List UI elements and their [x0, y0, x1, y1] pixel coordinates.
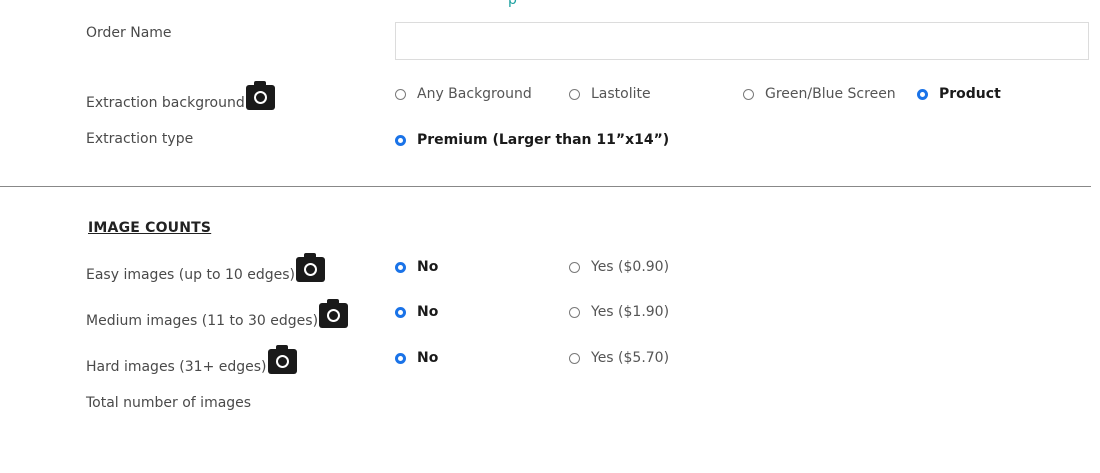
- option-label: Lastolite: [591, 86, 651, 102]
- camera-icon[interactable]: [319, 299, 349, 328]
- option-label: Yes ($5.70): [591, 350, 670, 366]
- option-label: Product: [939, 86, 1001, 102]
- hard-images-row-label: Hard images (31+ edges): [86, 345, 297, 375]
- extraction-background-option-lastolite[interactable]: Lastolite: [569, 86, 651, 102]
- option-label: No: [417, 304, 439, 320]
- extraction-background-row-label: Extraction background: [86, 81, 275, 111]
- camera-icon[interactable]: [296, 253, 326, 282]
- option-label: Any Background: [417, 86, 532, 102]
- radio-premium[interactable]: [395, 134, 406, 146]
- option-label: No: [417, 350, 439, 366]
- medium-images-row-label: Medium images (11 to 30 edges): [86, 299, 349, 329]
- option-label: Yes ($1.90): [591, 304, 670, 320]
- extraction-background-option-product[interactable]: Product: [917, 86, 1001, 102]
- order-name-input[interactable]: [395, 22, 1089, 60]
- partial-link-text: p: [508, 0, 517, 8]
- total-images-label: Total number of images: [86, 395, 252, 411]
- radio-medium-no[interactable]: [395, 306, 406, 318]
- radio-medium-yes[interactable]: [569, 306, 580, 318]
- camera-icon[interactable]: [245, 81, 275, 110]
- easy-images-option-yes[interactable]: Yes ($0.90): [569, 259, 669, 275]
- radio-easy-yes[interactable]: [569, 261, 580, 273]
- easy-images-option-no[interactable]: No: [395, 259, 438, 275]
- easy-images-row-label: Easy images (up to 10 edges): [86, 253, 326, 283]
- radio-green-blue-screen[interactable]: [743, 88, 754, 100]
- radio-hard-no[interactable]: [395, 352, 406, 364]
- extraction-type-option-premium[interactable]: Premium (Larger than 11”x14”): [395, 132, 669, 148]
- extraction-background-option-green-blue-screen[interactable]: Green/Blue Screen: [743, 86, 896, 102]
- hard-images-label: Hard images (31+ edges): [86, 359, 267, 375]
- extraction-type-label: Extraction type: [86, 131, 194, 147]
- option-label: Premium (Larger than 11”x14”): [417, 132, 670, 148]
- radio-lastolite[interactable]: [569, 88, 580, 100]
- radio-hard-yes[interactable]: [569, 352, 580, 364]
- medium-images-label: Medium images (11 to 30 edges): [86, 313, 319, 329]
- option-label: Yes ($0.90): [591, 259, 670, 275]
- radio-easy-no[interactable]: [395, 261, 406, 273]
- order-form-page: p Order Name Extraction background Any B…: [0, 0, 1100, 473]
- medium-images-option-no[interactable]: No: [395, 304, 438, 320]
- hard-images-option-no[interactable]: No: [395, 350, 438, 366]
- medium-images-option-yes[interactable]: Yes ($1.90): [569, 304, 669, 320]
- extraction-background-label: Extraction background: [86, 95, 245, 111]
- radio-any-background[interactable]: [395, 88, 406, 100]
- order-name-label: Order Name: [86, 25, 172, 41]
- option-label: No: [417, 259, 439, 275]
- extraction-background-option-any[interactable]: Any Background: [395, 86, 532, 102]
- camera-icon[interactable]: [267, 345, 297, 374]
- easy-images-label: Easy images (up to 10 edges): [86, 267, 296, 283]
- section-divider: [0, 186, 1091, 187]
- hard-images-option-yes[interactable]: Yes ($5.70): [569, 350, 669, 366]
- radio-product[interactable]: [917, 88, 928, 100]
- image-counts-heading: IMAGE COUNTS: [88, 220, 212, 236]
- option-label: Green/Blue Screen: [765, 86, 896, 102]
